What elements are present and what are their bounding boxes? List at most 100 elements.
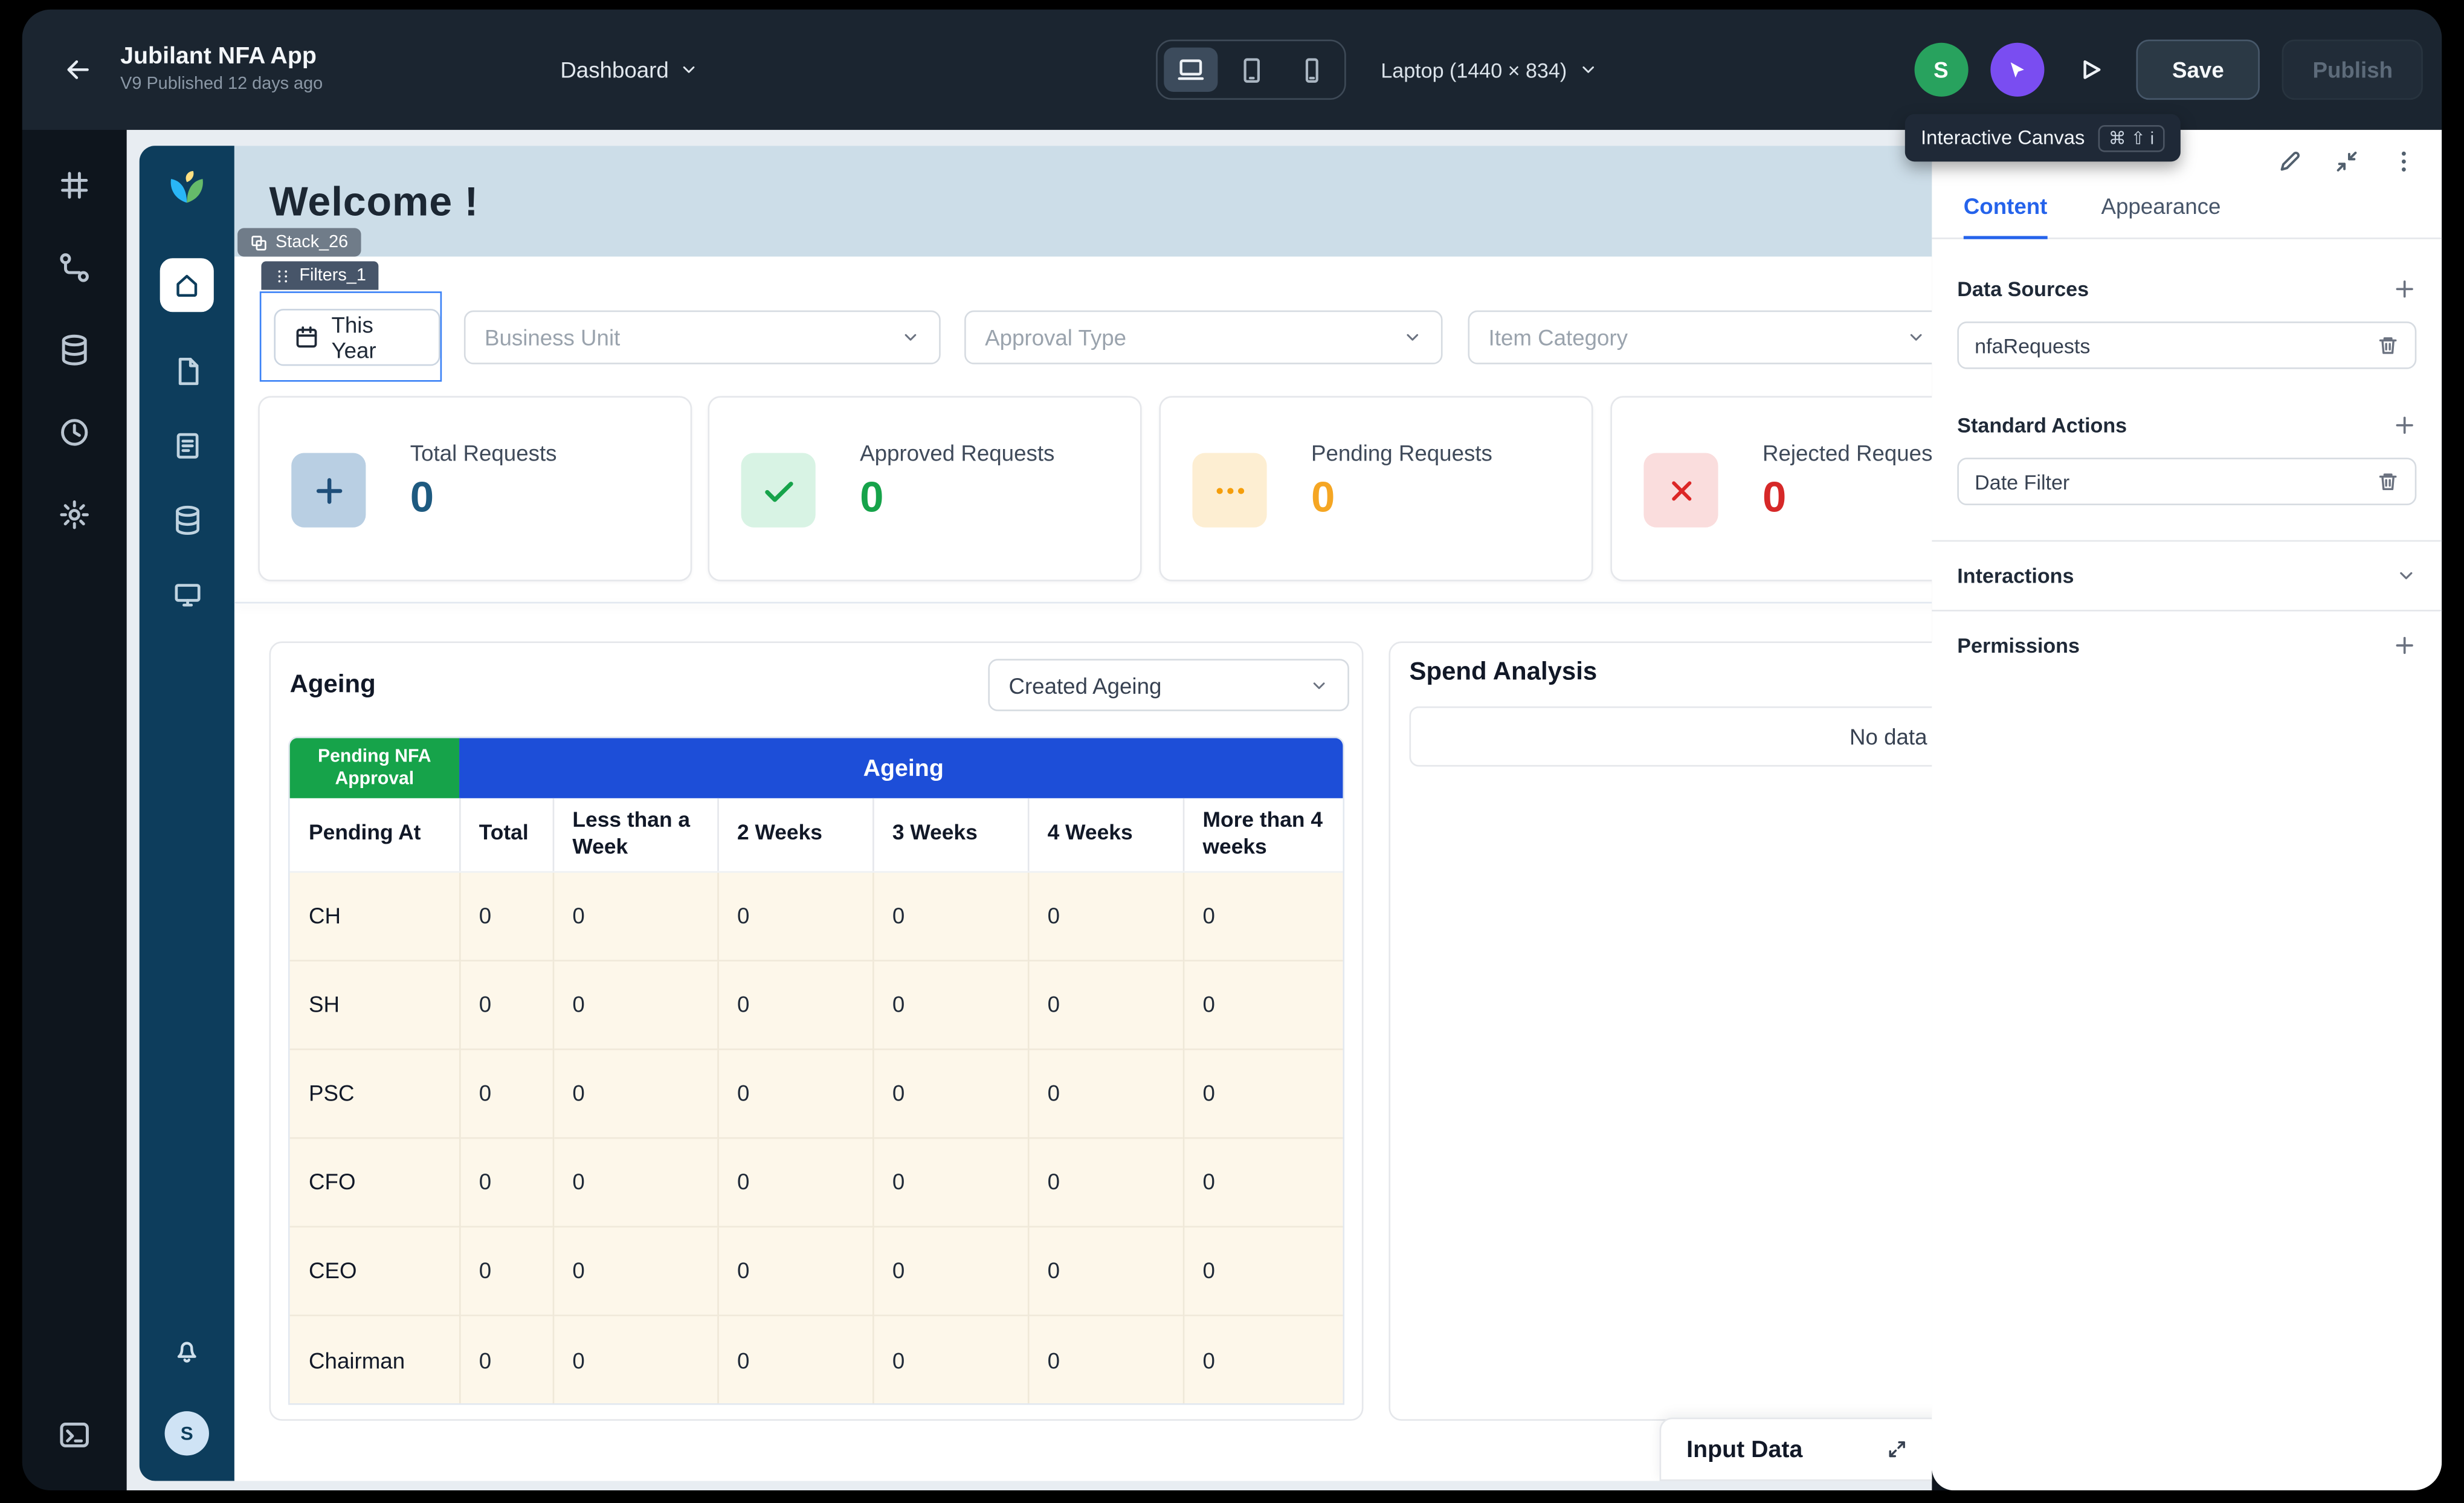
- row-label: SH: [290, 960, 459, 1049]
- filters-selection-chip[interactable]: Filters_1: [261, 261, 378, 289]
- trash-icon[interactable]: [2377, 470, 2399, 493]
- chevron-down-icon[interactable]: [2396, 566, 2416, 586]
- play-icon: [2075, 56, 2104, 84]
- notifications-button[interactable]: [173, 1335, 201, 1363]
- device-size-label: Laptop (1440 × 834): [1381, 58, 1567, 82]
- cell: 0: [1183, 1137, 1344, 1226]
- cell: 0: [553, 1226, 718, 1315]
- approval-type-dropdown[interactable]: Approval Type: [964, 311, 1442, 364]
- tab-appearance[interactable]: Appearance: [2101, 193, 2221, 238]
- home-icon: [173, 271, 201, 299]
- frame-icon: [59, 169, 90, 201]
- cell: 0: [1028, 960, 1183, 1049]
- history-tool-button[interactable]: [57, 415, 92, 450]
- business-unit-dropdown[interactable]: Business Unit: [464, 311, 941, 364]
- trash-icon[interactable]: [2377, 334, 2399, 357]
- interactions-section[interactable]: Interactions: [1932, 541, 2442, 610]
- stat-value: 0: [860, 474, 883, 523]
- settings-tool-button[interactable]: [57, 497, 92, 532]
- column-header: More than 4 weeks: [1183, 798, 1344, 871]
- welcome-banner: Welcome !: [234, 146, 1932, 256]
- stat-card-total-requests: Total Requests 0: [258, 396, 692, 581]
- welcome-text: Welcome !: [269, 176, 479, 225]
- device-size-dropdown[interactable]: Laptop (1440 × 834): [1381, 58, 1598, 82]
- flow-tool-button[interactable]: [57, 250, 92, 285]
- edit-icon[interactable]: [2277, 149, 2303, 174]
- sidebar-item-approvals[interactable]: [172, 431, 202, 461]
- bell-icon: [173, 1335, 201, 1363]
- sidebar-item-requests[interactable]: [172, 357, 202, 387]
- standard-action-item[interactable]: Date Filter: [1957, 457, 2416, 505]
- ageing-mode-dropdown[interactable]: Created Ageing: [988, 659, 1349, 711]
- column-header: Less than a Week: [553, 798, 718, 871]
- device-tablet-button[interactable]: [1224, 48, 1278, 92]
- table-row: CFO 0 0 0 0 0 0: [290, 1137, 1344, 1226]
- more-options-icon[interactable]: [2391, 149, 2416, 174]
- cell: 0: [459, 960, 553, 1049]
- preview-play-button[interactable]: [2066, 46, 2114, 94]
- input-data-bar[interactable]: Input Data: [1660, 1418, 1932, 1481]
- back-button[interactable]: [51, 43, 105, 97]
- database-icon: [59, 334, 90, 366]
- cell: 0: [872, 960, 1028, 1049]
- collapse-panel-icon[interactable]: [2334, 149, 2359, 174]
- app-logo: [163, 168, 211, 217]
- device-controls: Laptop (1440 × 834): [1156, 10, 1598, 130]
- cell: 0: [459, 1137, 553, 1226]
- standard-actions-header: Standard Actions: [1957, 410, 2416, 439]
- save-button[interactable]: Save: [2136, 40, 2260, 100]
- data-tool-button[interactable]: [57, 332, 92, 367]
- header-section-divider: [234, 602, 1932, 604]
- page-selector-dropdown[interactable]: Dashboard: [560, 57, 698, 82]
- user-avatar[interactable]: S: [1914, 43, 1968, 97]
- cell: 0: [553, 960, 718, 1049]
- ageing-card-header: Ageing Created Ageing: [271, 643, 1362, 724]
- sidebar-item-data[interactable]: [172, 505, 202, 535]
- ageing-table: Pending NFA Approval Ageing Pending At T…: [288, 737, 1344, 1406]
- permissions-section[interactable]: Permissions: [1932, 612, 2442, 680]
- publish-button[interactable]: Publish: [2283, 40, 2423, 100]
- terminal-icon: [59, 1419, 90, 1450]
- ageing-mode-value: Created Ageing: [1008, 673, 1161, 698]
- spend-empty-state: No data: [1410, 706, 1932, 767]
- app-user-avatar[interactable]: S: [165, 1411, 209, 1455]
- monitor-icon: [172, 580, 202, 610]
- filters-chip-label: Filters_1: [299, 266, 366, 285]
- frames-tool-button[interactable]: [57, 168, 92, 203]
- column-header: Pending At: [290, 798, 459, 871]
- item-category-dropdown[interactable]: Item Category: [1468, 311, 1932, 364]
- console-button[interactable]: [57, 1418, 92, 1453]
- cell: 0: [459, 871, 553, 960]
- ageing-card: Ageing Created Ageing: [269, 641, 1364, 1420]
- device-phone-button[interactable]: [1284, 48, 1338, 92]
- data-sources-header: Data Sources: [1957, 274, 2416, 302]
- spend-title: Spend Analysis: [1410, 659, 1598, 687]
- expand-icon[interactable]: [1886, 1438, 1908, 1461]
- panel-tabs: Content Appearance: [1932, 193, 2442, 239]
- data-source-item[interactable]: nfaRequests: [1957, 322, 2416, 369]
- stat-label: Approved Requests: [860, 441, 1054, 466]
- cell: 0: [717, 871, 872, 960]
- standard-actions-title: Standard Actions: [1957, 413, 2127, 436]
- filters-selection-outline[interactable]: This Year: [260, 291, 442, 381]
- add-data-source-button[interactable]: [2393, 276, 2416, 300]
- chevron-down-icon: [1309, 676, 1328, 694]
- date-filter-button[interactable]: This Year: [274, 309, 440, 366]
- tab-content[interactable]: Content: [1964, 193, 2048, 239]
- properties-panel: Content Appearance Data Sources nfaReque…: [1932, 130, 2442, 1490]
- sidebar-item-devices[interactable]: [172, 580, 202, 610]
- plus-icon: [291, 453, 366, 528]
- topbar-actions: S Save Publish: [1914, 10, 2423, 130]
- drag-handle-icon: [274, 267, 291, 285]
- sidebar-item-home[interactable]: [160, 258, 214, 312]
- add-standard-action-button[interactable]: [2393, 413, 2416, 436]
- cell: 0: [872, 871, 1028, 960]
- device-laptop-button[interactable]: [1164, 48, 1217, 92]
- data-sources-title: Data Sources: [1957, 276, 2089, 300]
- add-permission-button[interactable]: [2393, 633, 2416, 657]
- interactive-canvas-button[interactable]: [1990, 43, 2044, 97]
- app-version-status: V9 Published 12 days ago: [120, 75, 323, 96]
- stack-selection-chip[interactable]: Stack_26: [237, 228, 361, 256]
- flow-icon: [59, 252, 90, 283]
- standard-actions-section: Standard Actions Date Filter: [1932, 410, 2442, 505]
